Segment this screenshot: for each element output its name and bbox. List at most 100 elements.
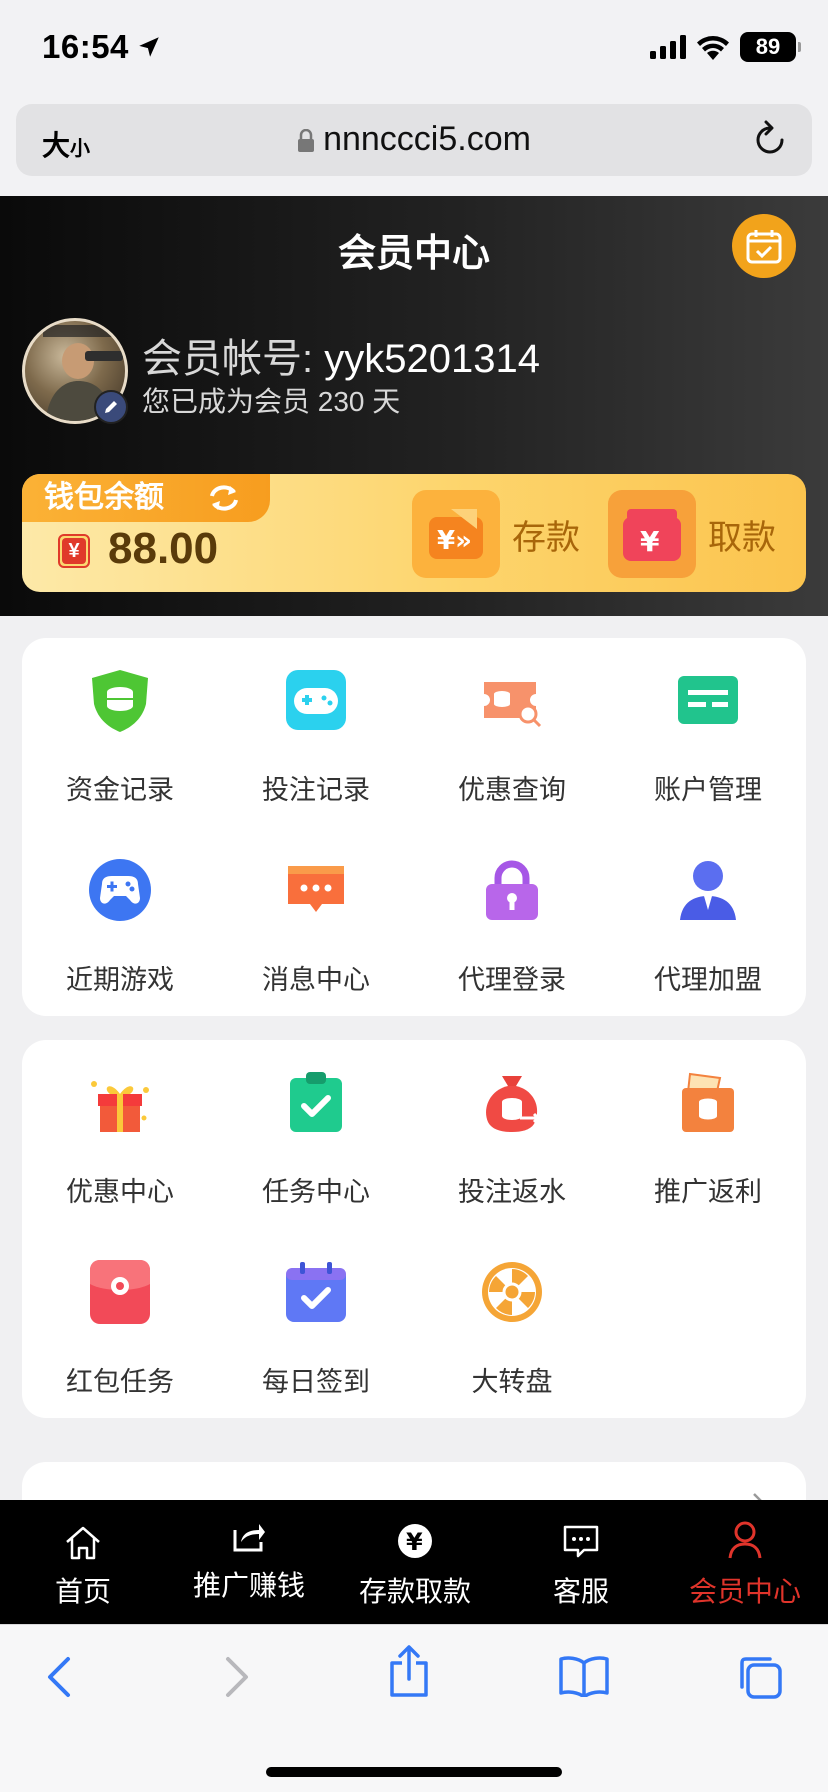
deposit-label: 存款 — [512, 518, 580, 557]
menu-item-account-management[interactable]: 账户管理 — [610, 638, 806, 828]
menu-label: 投注返水 — [458, 1177, 566, 1207]
location-arrow-icon — [139, 37, 159, 57]
tab-customer-service[interactable]: 客服 — [498, 1500, 664, 1624]
menu-item-bet-rebate[interactable]: 投注返水 — [414, 1040, 610, 1230]
home-indicator — [266, 1767, 562, 1777]
menu-label: 消息中心 — [262, 965, 370, 995]
shield-coins-icon — [92, 670, 148, 732]
menu-item-agent-login[interactable]: 代理登录 — [414, 828, 610, 1018]
menu-label: 账户管理 — [654, 775, 762, 805]
gamepad-icon — [286, 670, 346, 730]
svg-text:¥: ¥ — [406, 1528, 423, 1556]
url-display[interactable]: nnncccі5.com — [16, 120, 812, 159]
status-bar: 16:54 89 — [0, 0, 828, 96]
menu-label: 大转盘 — [471, 1367, 553, 1397]
red-packet-icon — [90, 1260, 150, 1324]
gift-icon — [91, 1081, 149, 1132]
tab-label: 客服 — [552, 1576, 609, 1607]
menu-item-message-center[interactable]: 消息中心 — [218, 828, 414, 1018]
page-title: 会员中心 — [337, 233, 490, 275]
menu-item-fund-records[interactable]: 资金记录 — [22, 638, 218, 828]
menu-label: 代理加盟 — [654, 965, 762, 995]
menu-label: 推广返利 — [654, 1177, 762, 1207]
calendar-check-icon — [286, 1262, 346, 1322]
share-icon — [233, 1524, 265, 1552]
member-days: 您已成为会员 230 天 — [142, 386, 401, 417]
page: 16:54 89 大小 nnncccі5.com 会员中心 会员帐号: yyk5… — [0, 0, 828, 1792]
pencil-icon — [105, 401, 117, 413]
wallet-title-tab: 钱包余额 — [22, 474, 270, 522]
checkin-calendar-button[interactable] — [732, 214, 796, 278]
clipboard-check-icon — [290, 1072, 342, 1132]
reload-icon[interactable] — [752, 120, 788, 158]
envelope-coins-icon — [682, 1072, 734, 1132]
menu-item-task-center[interactable]: 任务中心 — [218, 1040, 414, 1230]
currency-symbol: ¥ — [62, 538, 86, 564]
account-line: 会员帐号: yyk5201314 — [142, 326, 540, 384]
menu-label: 优惠查询 — [458, 775, 566, 805]
member-header: 会员中心 会员帐号: yyk5201314 您已成为会员 230 天 钱包余额 … — [0, 196, 828, 616]
menu-item-agent-join[interactable]: 代理加盟 — [610, 828, 806, 1018]
tab-member-center[interactable]: 会员中心 — [662, 1500, 828, 1624]
menu-item-referral-rebate[interactable]: 推广返利 — [610, 1040, 806, 1230]
withdraw-label: 取款 — [708, 518, 776, 557]
share-sheet-icon[interactable] — [388, 1645, 430, 1699]
money-bag-icon — [486, 1076, 542, 1132]
tab-label: 首页 — [54, 1576, 111, 1607]
home-icon — [66, 1526, 100, 1560]
menu-item-lucky-wheel[interactable]: 大转盘 — [414, 1230, 610, 1420]
chat-icon — [563, 1525, 599, 1558]
tab-deposit-withdraw[interactable]: ¥ 存款取款 — [332, 1500, 498, 1624]
forward-icon[interactable] — [222, 1653, 252, 1701]
lock-icon — [298, 129, 315, 153]
app-tabbar: 首页 推广赚钱 ¥ 存款取款 客服 会员中心 — [0, 1500, 828, 1624]
tabs-icon[interactable] — [736, 1653, 784, 1701]
controller-icon — [89, 859, 151, 921]
yen-coin-icon: ¥ — [398, 1524, 432, 1558]
back-icon[interactable] — [44, 1653, 74, 1701]
wallet-balance: 88.00 — [108, 524, 219, 573]
menu-item-red-packet-task[interactable]: 红包任务 — [22, 1230, 218, 1420]
status-indicators: 89 — [650, 32, 801, 62]
bookmarks-icon[interactable] — [558, 1655, 610, 1697]
user-icon — [728, 1521, 762, 1559]
lock-icon — [486, 860, 538, 920]
wifi-icon — [697, 36, 729, 60]
withdraw-icon: ¥ — [608, 490, 696, 578]
browser-address-area: 大小 nnncccі5.com — [0, 96, 828, 196]
refresh-icon[interactable] — [208, 484, 240, 512]
menu-label: 投注记录 — [262, 775, 370, 805]
wallet-title: 钱包余额 — [44, 481, 164, 514]
menu-label: 任务中心 — [262, 1177, 370, 1207]
tab-home[interactable]: 首页 — [0, 1500, 166, 1624]
account-id: yyk5201314 — [324, 337, 540, 381]
menu-label: 资金记录 — [66, 775, 174, 805]
menu-label: 每日签到 — [262, 1367, 370, 1397]
menu-item-promo-center[interactable]: 优惠中心 — [22, 1040, 218, 1230]
withdraw-button[interactable]: ¥ 取款 — [608, 490, 776, 578]
menu-item-recent-games[interactable]: 近期游戏 — [22, 828, 218, 1018]
yen-icon: ¥ — [58, 534, 90, 568]
menu-label: 优惠中心 — [66, 1177, 174, 1207]
wallet-panel: 钱包余额 ¥ 88.00 ¥» 存款 ¥ 取款 — [22, 474, 806, 592]
status-time: 16:54 — [42, 28, 129, 65]
menu-item-daily-checkin[interactable]: 每日签到 — [218, 1230, 414, 1420]
menu-item-promo-query[interactable]: 优惠查询 — [414, 638, 610, 828]
account-label: 会员帐号: — [142, 337, 314, 381]
svg-text:¥»: ¥» — [437, 526, 472, 556]
menu-item-bet-records[interactable]: 投注记录 — [218, 638, 414, 828]
svg-text:¥: ¥ — [640, 525, 660, 558]
card-icon — [678, 676, 738, 724]
address-bar[interactable]: 大小 nnncccі5.com — [16, 104, 812, 176]
activity-menu-card: 优惠中心 任务中心 投注返水 推广返利 红包任务 每日签到 大转盘 — [22, 1040, 806, 1418]
wheel-icon — [482, 1262, 542, 1322]
browser-toolbar — [0, 1624, 828, 1792]
tab-label: 会员中心 — [688, 1576, 801, 1607]
deposit-button[interactable]: ¥» 存款 — [412, 490, 580, 578]
tab-label: 存款取款 — [358, 1576, 471, 1607]
message-icon — [288, 866, 344, 912]
menu-label: 代理登录 — [458, 965, 566, 995]
edit-avatar-button[interactable] — [94, 390, 128, 424]
url-text: nnncccі5.com — [323, 120, 531, 158]
tab-promote-earn[interactable]: 推广赚钱 — [166, 1500, 332, 1624]
